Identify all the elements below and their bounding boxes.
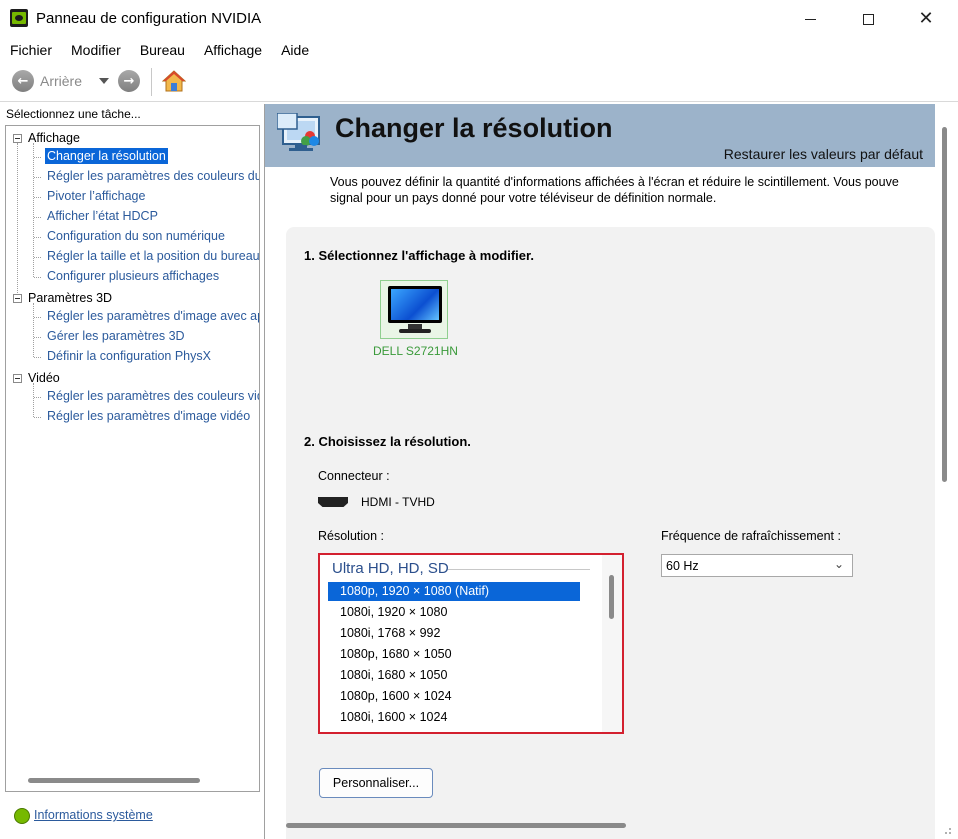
tree-group-affichage[interactable]: Affichage: [13, 131, 80, 145]
task-tree: Affichage Changer la résolution Régler l…: [5, 125, 260, 792]
menu-modifier[interactable]: Modifier: [61, 38, 130, 62]
close-icon: ✕: [918, 8, 934, 29]
display-name[interactable]: DELL S2721HN: [373, 344, 458, 358]
tree-group-parametres-3d[interactable]: Paramètres 3D: [13, 291, 112, 305]
monitor-icon: [388, 286, 442, 323]
menu-aide[interactable]: Aide: [271, 38, 318, 62]
tree-item-pivoter[interactable]: Pivoter l’affichage: [45, 188, 147, 204]
step2-title: 2. Choisissez la résolution.: [304, 434, 471, 449]
home-icon[interactable]: [162, 69, 186, 93]
toolbar-separator: [151, 68, 152, 96]
tree-item-hdcp[interactable]: Afficher l’état HDCP: [45, 208, 160, 224]
sidebar-header: Sélectionnez une tâche...: [6, 107, 141, 121]
restore-defaults-link[interactable]: Restaurer les valeurs par défaut: [724, 146, 923, 162]
system-info-link[interactable]: Informations système: [34, 808, 153, 822]
connector-label: Connecteur :: [318, 469, 390, 483]
refresh-rate-label: Fréquence de rafraîchissement :: [661, 529, 841, 543]
tree-group-label: Paramètres 3D: [28, 291, 113, 305]
resolution-item[interactable]: 1080i, 1600 × 1024: [328, 708, 580, 727]
close-button[interactable]: ✕: [897, 0, 955, 38]
sidebar-horizontal-scrollbar[interactable]: [28, 778, 200, 783]
back-label[interactable]: Arrière: [40, 73, 82, 89]
connector-value: HDMI - TVHD: [361, 495, 435, 509]
title-bar: Panneau de configuration NVIDIA ✕: [0, 0, 958, 38]
arrow-right-icon: →: [123, 73, 135, 89]
main-horizontal-scrollbar[interactable]: [286, 823, 626, 828]
menu-fichier[interactable]: Fichier: [0, 38, 61, 62]
system-info-icon: [14, 808, 30, 824]
resolution-item[interactable]: 1080p, 1680 × 1050: [328, 645, 580, 664]
resolution-item[interactable]: 1080i, 1768 × 992: [328, 624, 580, 643]
minimize-icon: [804, 18, 816, 20]
tree-item-taille-position[interactable]: Régler la taille et la position du burea…: [45, 248, 259, 264]
collapse-icon[interactable]: [13, 293, 22, 303]
hdmi-icon: [318, 497, 348, 507]
tree-item-image-apercu[interactable]: Régler les paramètres d'image avec aperç…: [45, 308, 259, 324]
resize-grip-icon[interactable]: [940, 823, 952, 835]
resolution-scroll-thumb[interactable]: [609, 575, 614, 619]
display-tile[interactable]: [380, 280, 448, 339]
tree-item-plusieurs-affichages[interactable]: Configurer plusieurs affichages: [45, 268, 221, 284]
resolution-item[interactable]: 1080i, 1920 × 1080: [328, 603, 580, 622]
tree-item-physx[interactable]: Définir la configuration PhysX: [45, 348, 213, 364]
intro-line-1: Vous pouvez définir la quantité d'inform…: [330, 175, 899, 189]
resolution-item[interactable]: 1080p, 1920 × 1080 (Natif): [328, 582, 580, 601]
main-vertical-scrollbar[interactable]: [942, 127, 947, 482]
resolution-item[interactable]: 1080i, 1680 × 1050: [328, 666, 580, 685]
intro-text: Vous pouvez définir la quantité d'inform…: [330, 174, 936, 206]
toolbar: ← Arrière →: [0, 62, 958, 102]
group-divider: [448, 569, 590, 570]
display-settings-icon: [277, 113, 320, 151]
collapse-icon[interactable]: [13, 373, 22, 383]
window-title: Panneau de configuration NVIDIA: [36, 10, 262, 27]
resolution-group-header: Ultra HD, HD, SD: [332, 560, 449, 577]
customize-button[interactable]: Personnaliser...: [319, 768, 433, 798]
history-dropdown-icon[interactable]: [99, 78, 109, 84]
resolution-item[interactable]: 1080p, 1600 × 1024: [328, 687, 580, 706]
tree-item-son-numerique[interactable]: Configuration du son numérique: [45, 228, 227, 244]
refresh-rate-select[interactable]: 60 Hz ⌄: [661, 554, 853, 577]
menu-affichage[interactable]: Affichage: [194, 38, 271, 62]
tree-item-couleurs-video[interactable]: Régler les paramètres des couleurs vidéo: [45, 388, 259, 404]
page-banner: Changer la résolution Restaurer les vale…: [265, 104, 935, 167]
menu-bar: Fichier Modifier Bureau Affichage Aide: [0, 38, 958, 62]
collapse-icon[interactable]: [13, 133, 22, 143]
tree-item-gerer-3d[interactable]: Gérer les paramètres 3D: [45, 328, 187, 344]
tree-item-image-video[interactable]: Régler les paramètres d'image vidéo: [45, 408, 252, 424]
tree-group-label: Vidéo: [28, 371, 60, 385]
tree-group-label: Affichage: [28, 131, 80, 145]
back-button[interactable]: ←: [12, 70, 34, 92]
maximize-icon: [862, 13, 874, 25]
menu-bureau[interactable]: Bureau: [130, 38, 194, 62]
step1-title: 1. Sélectionnez l'affichage à modifier.: [304, 248, 534, 263]
forward-button[interactable]: →: [118, 70, 140, 92]
tree-item-couleurs-bureau[interactable]: Régler les paramètres des couleurs du bu…: [45, 168, 259, 184]
chevron-down-icon: ⌄: [833, 557, 844, 571]
resolution-list[interactable]: Ultra HD, HD, SD 1080p, 1920 × 1080 (Nat…: [318, 553, 624, 734]
panel-splitter[interactable]: [264, 104, 265, 839]
refresh-rate-value: 60 Hz: [666, 559, 699, 573]
maximize-button[interactable]: [839, 0, 897, 38]
nvidia-app-icon: [10, 9, 28, 27]
tree-item-changer-resolution[interactable]: Changer la résolution: [45, 148, 168, 164]
minimize-button[interactable]: [781, 0, 839, 38]
resolution-label: Résolution :: [318, 529, 385, 543]
page-title: Changer la résolution: [335, 113, 613, 143]
arrow-left-icon: ←: [17, 73, 29, 89]
intro-line-2: signal pour un pays donné pour votre tél…: [330, 191, 717, 205]
tree-group-video[interactable]: Vidéo: [13, 371, 60, 385]
